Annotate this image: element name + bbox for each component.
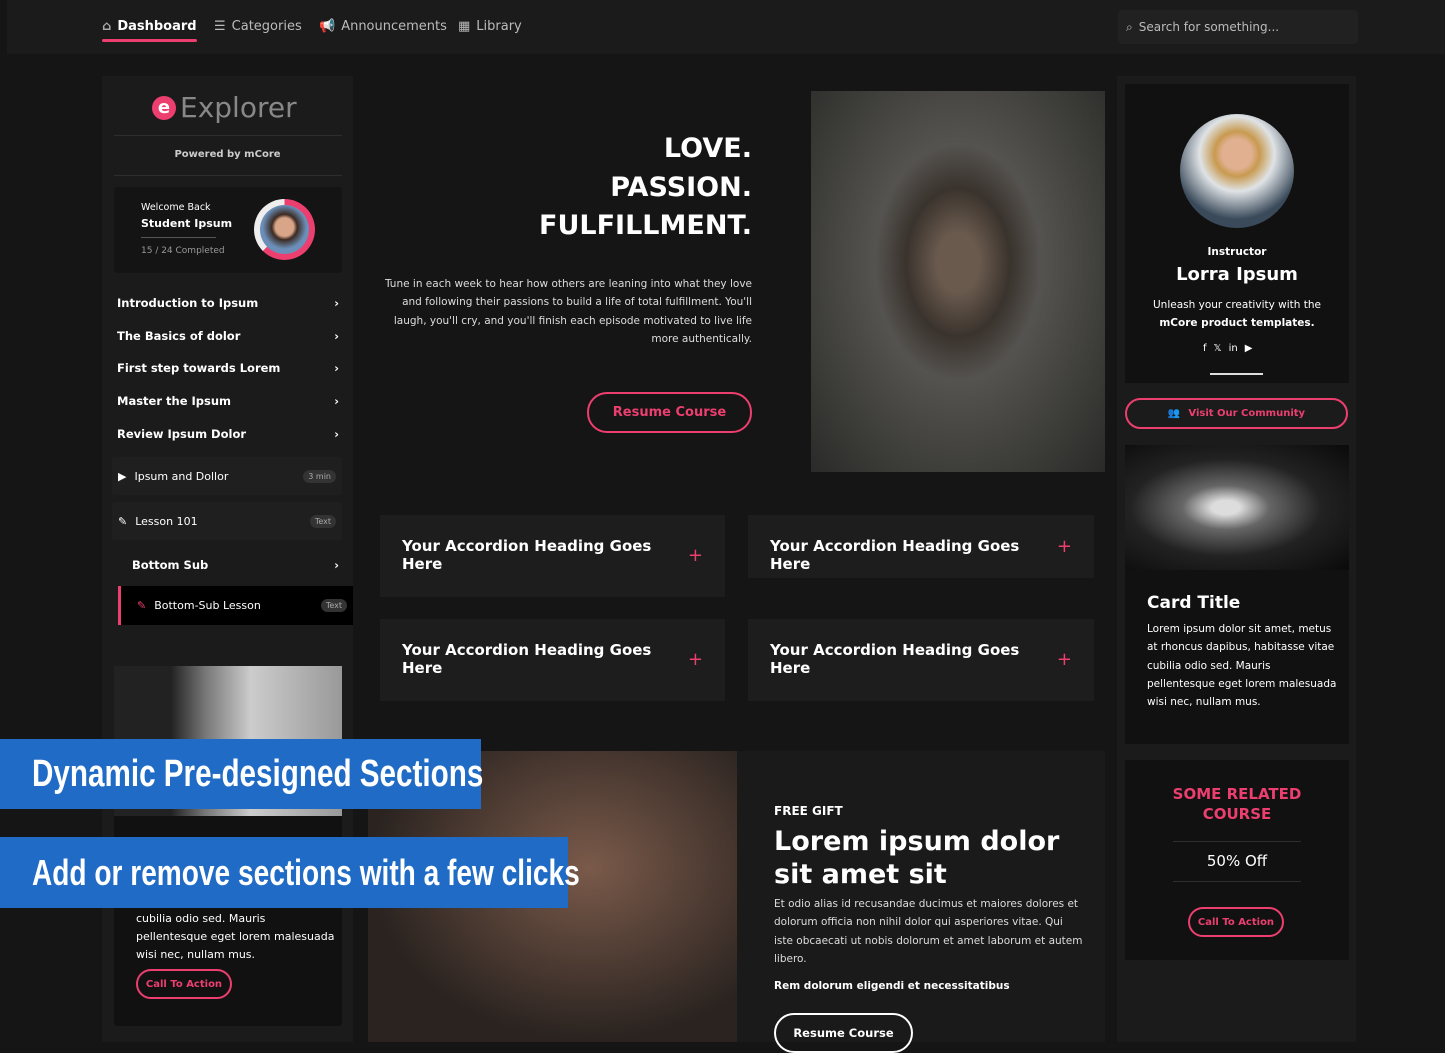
users-icon: 👥 <box>1167 408 1181 419</box>
accordion-heading: Your Accordion Heading Goes Here <box>770 641 1020 677</box>
facebook-icon[interactable]: f <box>1203 343 1207 354</box>
table-icon: ▦ <box>458 19 471 34</box>
nav-dashboard[interactable]: ⌂ Dashboard <box>102 19 197 42</box>
promo-banner-2: Add or remove sections with a few clicks <box>0 837 580 908</box>
chevron-right-icon: › <box>334 296 339 310</box>
welcome-card: Welcome Back Student Ipsum 15 / 24 Compl… <box>114 187 342 273</box>
plus-icon: + <box>687 649 703 670</box>
resume-course-button[interactable]: Resume Course <box>587 392 752 433</box>
linkedin-icon[interactable]: in <box>1229 343 1238 354</box>
sidebar-item[interactable]: Review Ipsum Dolor › <box>117 427 339 441</box>
resume-course-button-2[interactable]: Resume Course <box>774 1013 913 1053</box>
powered-by: Powered by mCore <box>174 149 281 160</box>
accordion-heading: Your Accordion Heading Goes Here <box>402 537 652 573</box>
sidebar-item[interactable]: Master the Ipsum › <box>117 394 339 408</box>
chevron-right-icon: › <box>334 426 339 441</box>
sidebar-item[interactable]: First step towards Lorem › <box>117 361 339 375</box>
accordion-heading: Your Accordion Heading Goes Here <box>402 641 652 677</box>
accordion-item[interactable]: Your Accordion Heading Goes Here + <box>748 619 1094 701</box>
nav-categories[interactable]: ☰ Categories <box>214 19 302 34</box>
chevron-right-icon: › <box>334 328 339 343</box>
lesson-item-active[interactable]: ✎ Bottom-Sub Lesson Text <box>118 586 353 625</box>
accordion-heading: Your Accordion Heading Goes Here <box>770 537 1020 573</box>
instructor-card: Instructor Lorra Ipsum Unleash your crea… <box>1125 84 1349 383</box>
call-to-action-button[interactable]: Call To Action <box>136 969 232 999</box>
instructor-avatar <box>1180 114 1294 228</box>
related-cta-button[interactable]: Call To Action <box>1188 907 1284 937</box>
search-input[interactable]: ⌕ Search for something... <box>1118 10 1358 44</box>
search-icon: ⌕ <box>1126 19 1133 34</box>
chevron-right-icon: › <box>334 361 339 376</box>
visit-community-button[interactable]: 👥 Visit Our Community <box>1125 398 1348 429</box>
spotlight-image <box>1125 445 1349 570</box>
hero-title: LOVE. PASSION. FULFILLMENT. <box>539 133 752 241</box>
related-course-card: SOME RELATED COURSE 50% Off Call To Actio… <box>1125 760 1349 960</box>
content-card: Card Title Lorem ipsum dolor sit amet, m… <box>1125 445 1349 744</box>
home-icon: ⌂ <box>102 19 112 34</box>
pencil-icon: ✎ <box>137 599 147 612</box>
logo: e Explorer <box>152 91 297 124</box>
plus-icon: + <box>1056 649 1072 670</box>
accordion-item[interactable]: Your Accordion Heading Goes Here + <box>380 515 725 597</box>
hero-text: Tune in each week to hear how others are… <box>384 278 752 345</box>
free-gift-section: FREE GIFT Lorem ipsum dolor sit amet sit … <box>737 751 1105 1053</box>
sidebar-item[interactable]: Introduction to Ipsum › <box>117 296 339 310</box>
promo-banner-1: Dynamic Pre-designed Sections <box>0 739 483 809</box>
pencil-icon: ✎ <box>118 514 128 528</box>
list-icon: ☰ <box>214 19 226 34</box>
right-column: Instructor Lorra Ipsum Unleash your crea… <box>1117 76 1356 1042</box>
progress-ring-avatar <box>254 199 315 260</box>
chevron-right-icon: › <box>334 394 339 409</box>
lesson-item[interactable]: ✎ Lesson 101 Text <box>112 502 342 540</box>
play-icon: ▶ <box>118 469 127 483</box>
plus-icon: + <box>1056 535 1072 557</box>
bottom-sub-item[interactable]: Bottom Sub › <box>132 558 339 572</box>
accordion-item[interactable]: Your Accordion Heading Goes Here + <box>380 619 725 701</box>
x-icon[interactable]: 𝕏 <box>1214 343 1222 354</box>
hero-portrait-image <box>811 91 1105 472</box>
nav-library[interactable]: ▦ Library <box>458 19 522 34</box>
plus-icon: + <box>687 545 703 566</box>
sidebar-item[interactable]: The Basics of dolor › <box>117 329 339 343</box>
nav-announcements[interactable]: 📢 Announcements <box>319 19 447 34</box>
youtube-icon[interactable]: ▶ <box>1245 343 1253 354</box>
accordion-item[interactable]: Your Accordion Heading Goes Here + <box>748 515 1094 578</box>
lesson-item[interactable]: ▶ Ipsum and Dollor 3 min <box>112 457 342 495</box>
megaphone-icon: 📢 <box>319 19 336 34</box>
